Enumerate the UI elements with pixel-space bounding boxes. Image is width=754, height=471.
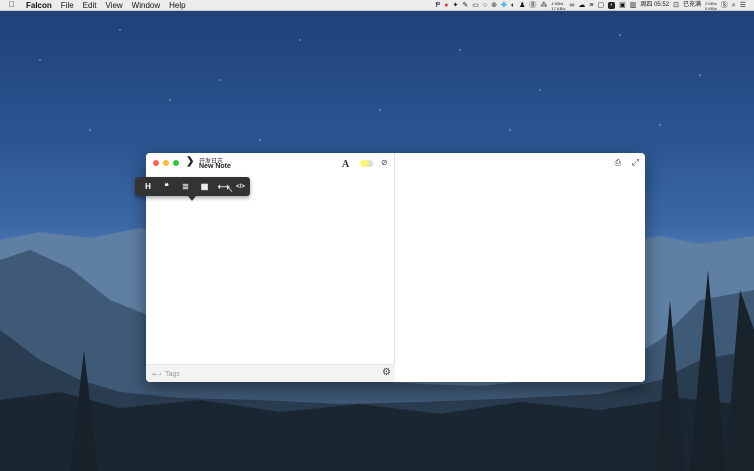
- menu-window[interactable]: Window: [132, 0, 160, 11]
- link-icon[interactable]: ∞: [569, 0, 574, 11]
- minimize-button[interactable]: [163, 160, 169, 166]
- display-icon[interactable]: ⊡: [673, 0, 679, 11]
- notification-icon[interactable]: ♟: [519, 0, 525, 11]
- stats-speed[interactable]: 2 KB/s 0 KB/s: [705, 1, 717, 11]
- pin-icon[interactable]: ✦: [453, 0, 459, 11]
- eye-slash-icon[interactable]: ⊘: [381, 158, 388, 167]
- pushpin-icon[interactable]: ✎: [462, 0, 468, 11]
- twitter-icon[interactable]: ✤: [501, 0, 507, 11]
- color-toggle-button[interactable]: [360, 160, 373, 167]
- disc-icon[interactable]: ◐: [511, 0, 515, 11]
- menu-bar:  Falcon File Edit View Window Help Ᵽ ● …: [0, 0, 754, 11]
- menu-help[interactable]: Help: [169, 0, 185, 11]
- gear-icon[interactable]: ⚙: [382, 367, 391, 378]
- tags-input[interactable]: [165, 368, 315, 380]
- code-button[interactable]: </>: [233, 177, 248, 196]
- wand-icon[interactable]: ⁂: [540, 0, 547, 11]
- quote-button[interactable]: ❝: [157, 177, 176, 196]
- status-area: Ᵽ ● ✦ ✎ ▭ ○ ⊚ ✤ ◐ ♟ Ⓑ ⁂ 4 KB/s 17 KB/s ∞…: [436, 0, 746, 11]
- heading-button[interactable]: H: [139, 177, 157, 196]
- apple-icon[interactable]: : [9, 1, 18, 9]
- chevron-right-icon[interactable]: ❯: [186, 157, 194, 167]
- spotlight-icon[interactable]: ⌕: [732, 0, 736, 11]
- b-icon[interactable]: Ⓑ: [529, 0, 536, 11]
- tag-icon: ⬷: [152, 369, 162, 378]
- frame-icon[interactable]: ▣: [619, 0, 626, 11]
- mouse-cursor-icon: ↖: [226, 184, 234, 194]
- screen-record-icon[interactable]: ▭: [472, 0, 479, 11]
- expand-icon[interactable]: ⤢: [632, 157, 639, 168]
- preview-pane: ⎙ ⤢: [396, 153, 645, 382]
- editor-footer: ⬷ ⚙: [146, 364, 395, 382]
- battery-text[interactable]: 已充满: [683, 0, 701, 11]
- clock-text[interactable]: 周四 05:52: [640, 0, 669, 11]
- cog-menu-icon[interactable]: ⊚: [491, 0, 497, 11]
- menu-app-name[interactable]: Falcon: [26, 0, 52, 11]
- cloud-icon[interactable]: ☁: [578, 0, 585, 11]
- list-button[interactable]: ≣: [176, 177, 195, 196]
- font-button[interactable]: A: [342, 159, 349, 170]
- s-icon[interactable]: Ⓢ: [721, 0, 728, 11]
- parking-icon[interactable]: Ᵽ: [436, 0, 441, 11]
- toggle-icon[interactable]: ◐: [608, 2, 616, 9]
- network-speed[interactable]: 4 KB/s 17 KB/s: [551, 1, 565, 11]
- menu-view[interactable]: View: [105, 0, 122, 11]
- notification-center-icon[interactable]: ☰: [740, 0, 746, 11]
- menu-edit[interactable]: Edit: [83, 0, 97, 11]
- format-toolbar-arrow: [188, 196, 196, 201]
- note-title[interactable]: New Note: [199, 163, 231, 170]
- sidebar-icon[interactable]: ▥: [630, 0, 637, 11]
- window-controls: [153, 160, 179, 166]
- close-button[interactable]: [153, 160, 159, 166]
- record-icon[interactable]: ●: [444, 0, 448, 11]
- document-icon[interactable]: ▢: [598, 0, 605, 11]
- table-button[interactable]: ▦: [195, 177, 214, 196]
- print-icon[interactable]: ⎙: [615, 158, 621, 168]
- circle-icon[interactable]: ○: [483, 0, 487, 11]
- menu-file[interactable]: File: [61, 0, 74, 11]
- lines-icon[interactable]: ≡: [589, 0, 593, 11]
- maximize-button[interactable]: [173, 160, 179, 166]
